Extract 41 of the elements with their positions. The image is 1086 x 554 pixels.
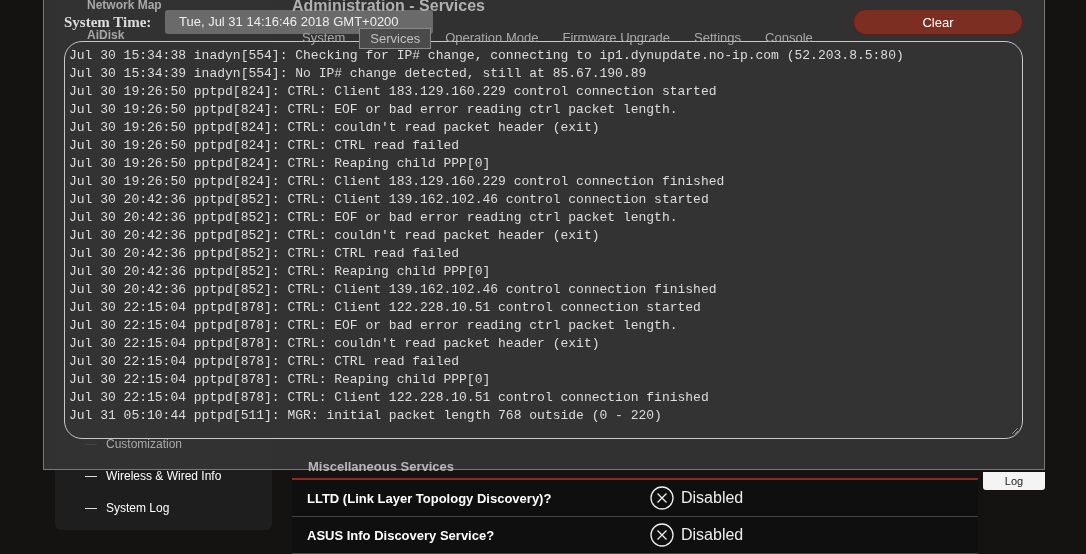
close-circle-icon[interactable] [650,523,674,547]
sidebar-item[interactable]: Wireless & Wired Info [106,469,222,483]
sidebar-item[interactable]: System Log [106,501,170,515]
log-line: Jul 30 22:15:04 pptpd[878]: CTRL: EOF or bad error reading ctrl packet length. [69,317,679,335]
log-line: Jul 30 20:42:36 pptpd[852]: CTRL: EOF or bad error reading ctrl packet length. [69,209,679,227]
setting-value: Disabled [681,526,744,544]
log-line: Jul 30 19:26:50 pptpd[824]: CTRL: Reaping child PPP[0] [69,155,492,173]
sidebar-item[interactable]: Network Map [85,0,162,10]
log-line: Jul 30 22:15:04 pptpd[878]: CTRL: Client 122.228.10.51 control connection finished [69,389,710,407]
page-title: Administration - Services [292,0,486,12]
log-line: Jul 30 15:34:39 inadyn[554]: No IP# change detected, still at 85.67.190.89 [69,65,648,83]
log-line: Jul 30 20:42:36 pptpd[852]: CTRL: Reaping child PPP[0] [69,263,492,281]
system-time-label: System Time: [64,15,153,29]
log-line: Jul 30 22:15:04 pptpd[878]: CTRL: CTRL read failed [69,353,461,371]
sidebar-item[interactable]: Customization [106,437,183,451]
log-line: Jul 30 20:42:36 pptpd[852]: CTRL: Client 139.162.102.46 control connection started [69,191,710,209]
tab[interactable]: Services [359,28,432,49]
log-line: Jul 30 19:26:50 pptpd[824]: CTRL: couldn't read packet header (exit) [69,119,601,137]
close-circle-icon[interactable] [650,486,674,510]
log-line: Jul 30 19:26:50 pptpd[824]: CTRL: Client 183.129.160.229 control connection finished [69,173,726,191]
system-time-field: Tue, Jul 31 14:16:46 2018 GMT+0200 [165,10,433,34]
log-line: Jul 30 22:15:04 pptpd[878]: CTRL: couldn't read packet header (exit) [69,335,601,353]
dash-icon [85,507,97,509]
log-button[interactable]: Log [983,472,1045,490]
log-line: Jul 31 05:10:44 pptpd[511]: MGR: initial packet length 768 outside (0 - 220) [69,407,663,425]
log-line: Jul 30 22:15:04 pptpd[878]: CTRL: Client 122.228.10.51 control connection started [69,299,702,317]
log-line: Jul 30 19:26:50 pptpd[824]: CTRL: EOF or bad error reading ctrl packet length. [69,101,679,119]
dash-icon [85,475,97,477]
log-line: Jul 30 19:26:50 pptpd[824]: CTRL: Client 183.129.160.229 control connection started [69,83,718,101]
log-line: Jul 30 15:34:38 inadyn[554]: Checking for IP# change, connecting to ip1.dynupdate.no-ip.com (52.203.8.5:80) [69,47,905,65]
log-line: Jul 30 20:42:36 pptpd[852]: CTRL: couldn't read packet header (exit) [69,227,601,245]
log-line: Jul 30 19:26:50 pptpd[824]: CTRL: CTRL read failed [69,137,461,155]
clear-button[interactable]: Clear [853,9,1023,35]
resize-grip-icon[interactable] [1011,427,1019,435]
setting-label: LLTD (Link Layer Topology Discovery)? [307,490,553,506]
log-line: Jul 30 20:42:36 pptpd[852]: CTRL: Client 139.162.102.46 control connection finished [69,281,718,299]
setting-value: Disabled [681,489,744,507]
sidebar-item[interactable]: AiDisk [85,30,125,40]
log-line: Jul 30 20:42:36 pptpd[852]: CTRL: CTRL read failed [69,245,461,263]
log-line: Jul 30 22:15:04 pptpd[878]: CTRL: Reaping child PPP[0] [69,371,492,389]
setting-label: ASUS Info Discovery Service? [307,527,496,543]
